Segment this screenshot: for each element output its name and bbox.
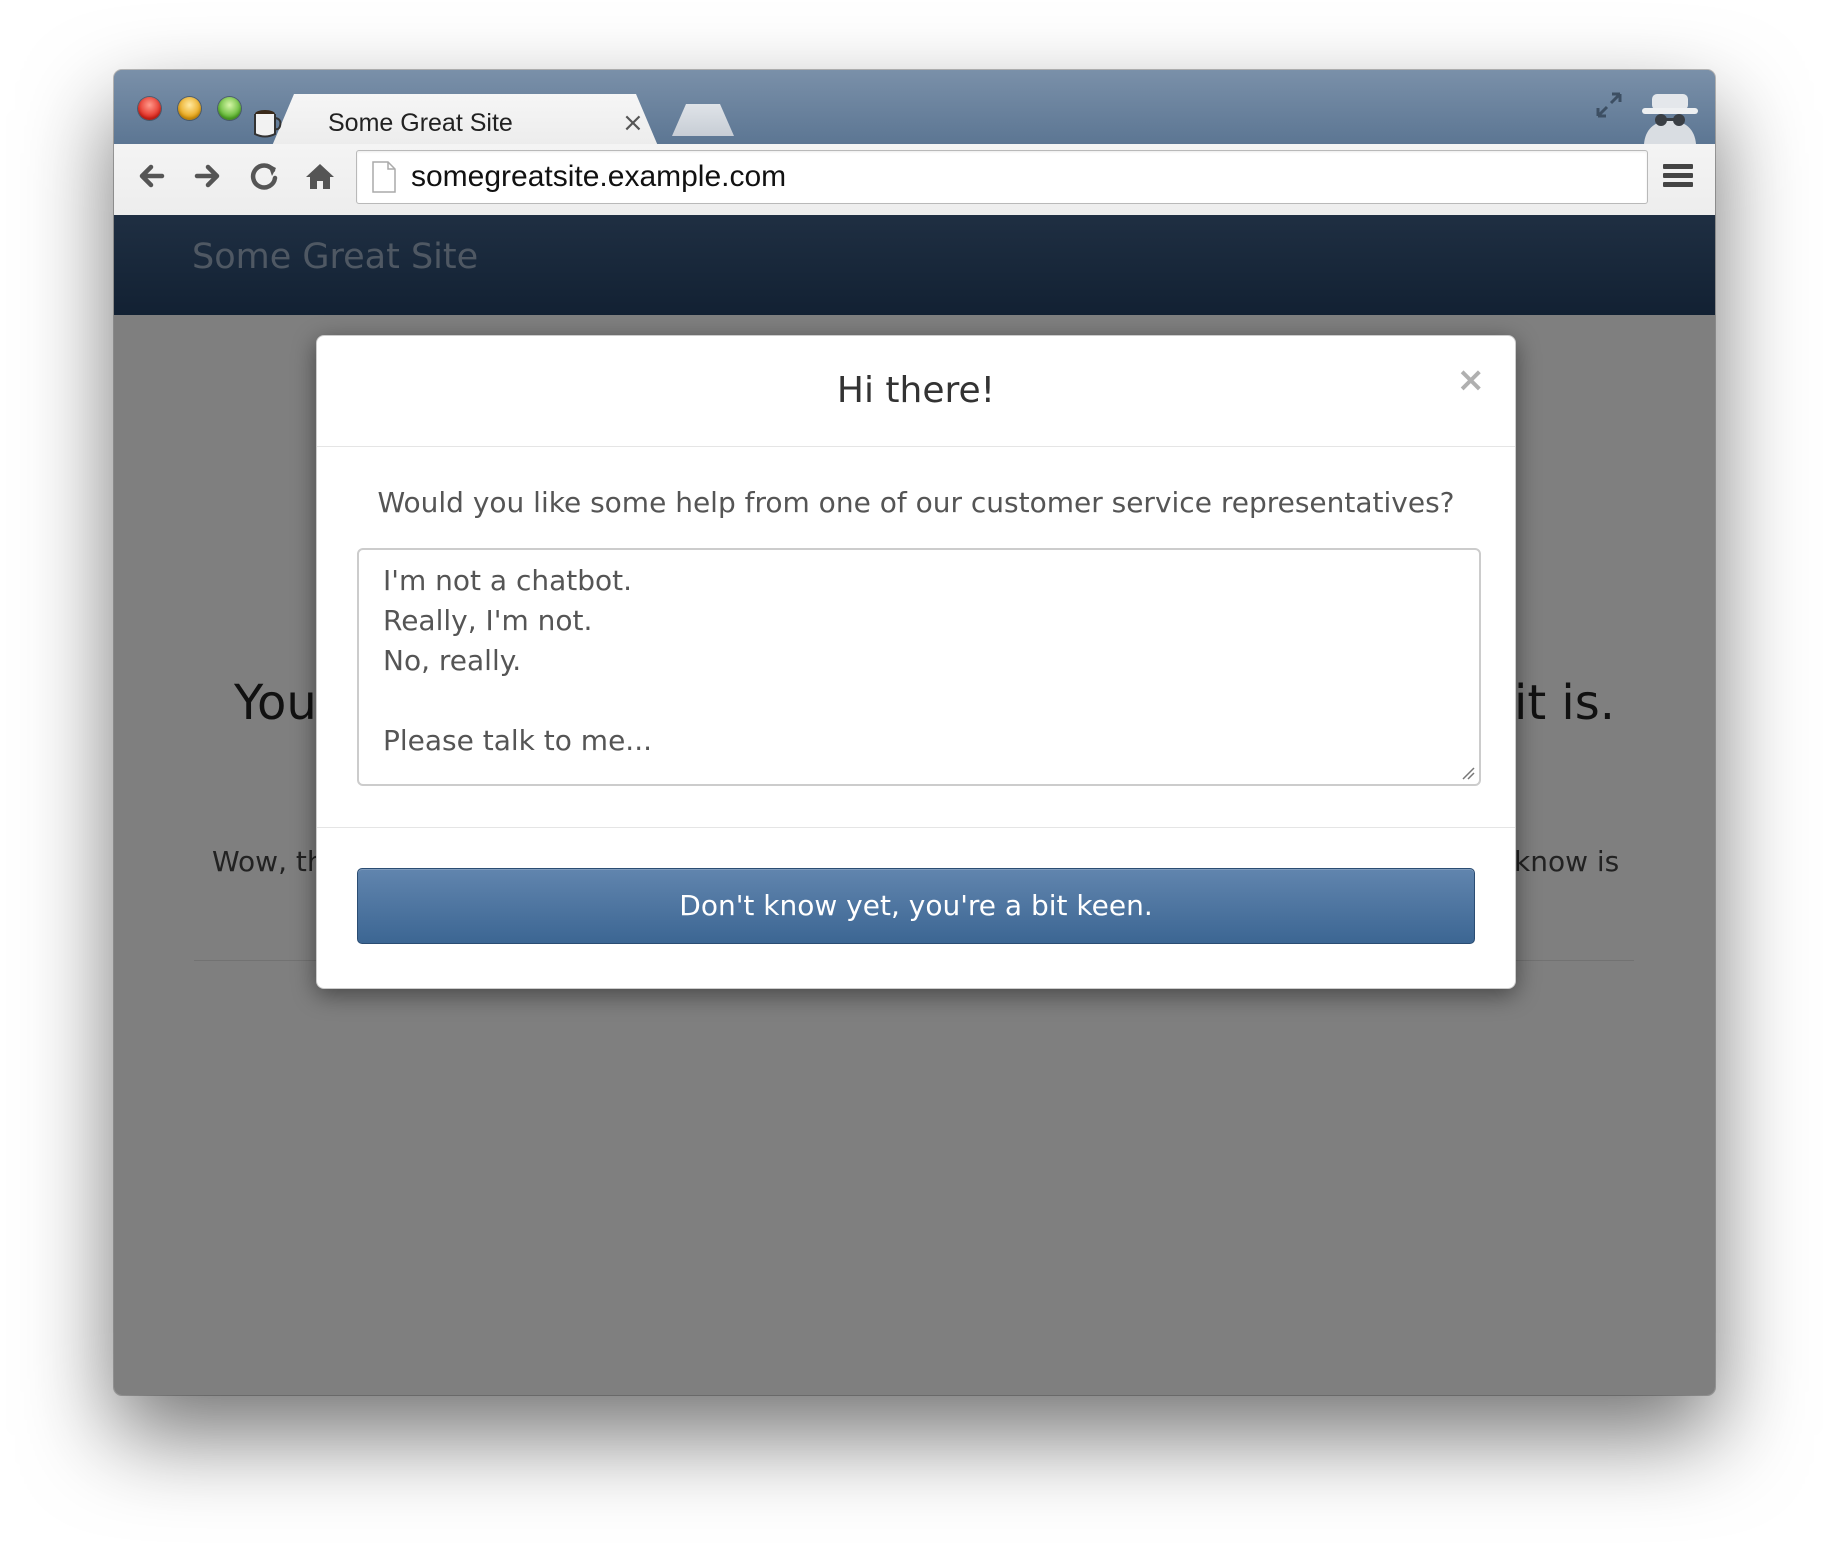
close-icon[interactable]: × bbox=[1457, 360, 1486, 400]
tab-strip: Some Great Site × bbox=[114, 70, 1715, 144]
dont-know-yet-button[interactable]: Don't know yet, you're a bit keen. bbox=[357, 868, 1475, 944]
chat-textarea[interactable]: I'm not a chatbot. Really, I'm not. No, … bbox=[357, 548, 1481, 786]
forward-button[interactable] bbox=[187, 156, 227, 196]
close-window-button[interactable] bbox=[138, 97, 161, 120]
tab-title: Some Great Site bbox=[328, 109, 513, 137]
textarea-line: I'm not a chatbot. bbox=[383, 564, 633, 597]
coffee-cup-favicon bbox=[254, 110, 282, 138]
modal-question: Would you like some help from one of our… bbox=[377, 486, 1455, 519]
hamburger-menu-icon[interactable] bbox=[1660, 158, 1696, 194]
new-tab-button[interactable] bbox=[672, 104, 734, 136]
home-button[interactable] bbox=[300, 156, 340, 196]
web-page: Some Great Site You it is. Wow, th know … bbox=[114, 215, 1715, 1395]
textarea-line: Really, I'm not. bbox=[383, 604, 593, 637]
modal-title: Hi there! bbox=[836, 370, 996, 411]
back-button[interactable] bbox=[132, 156, 172, 196]
url-text: somegreatsite.example.com bbox=[411, 160, 787, 193]
textarea-line: No, really. bbox=[383, 644, 522, 677]
reload-button[interactable] bbox=[244, 156, 284, 196]
forward-arrow-icon bbox=[194, 164, 220, 188]
textarea-line: Please talk to me... bbox=[383, 724, 653, 757]
minimize-window-button[interactable] bbox=[178, 97, 201, 120]
modal-footer-divider bbox=[317, 827, 1515, 828]
browser-window: Some Great Site × somegreatsite.example.… bbox=[114, 70, 1715, 1395]
resize-grip-icon[interactable] bbox=[1461, 766, 1475, 780]
help-modal: Hi there! × Would you like some help fro… bbox=[316, 335, 1516, 989]
modal-header: Hi there! × bbox=[317, 336, 1515, 447]
maximize-window-button[interactable] bbox=[218, 97, 241, 120]
tab-close-icon[interactable]: × bbox=[622, 104, 644, 142]
page-icon bbox=[372, 161, 396, 193]
reload-icon bbox=[250, 163, 278, 190]
home-icon bbox=[306, 164, 334, 189]
address-bar[interactable]: somegreatsite.example.com bbox=[356, 150, 1648, 204]
incognito-icon bbox=[1642, 94, 1698, 144]
back-arrow-icon bbox=[139, 164, 165, 188]
fullscreen-icon[interactable] bbox=[1592, 88, 1626, 122]
